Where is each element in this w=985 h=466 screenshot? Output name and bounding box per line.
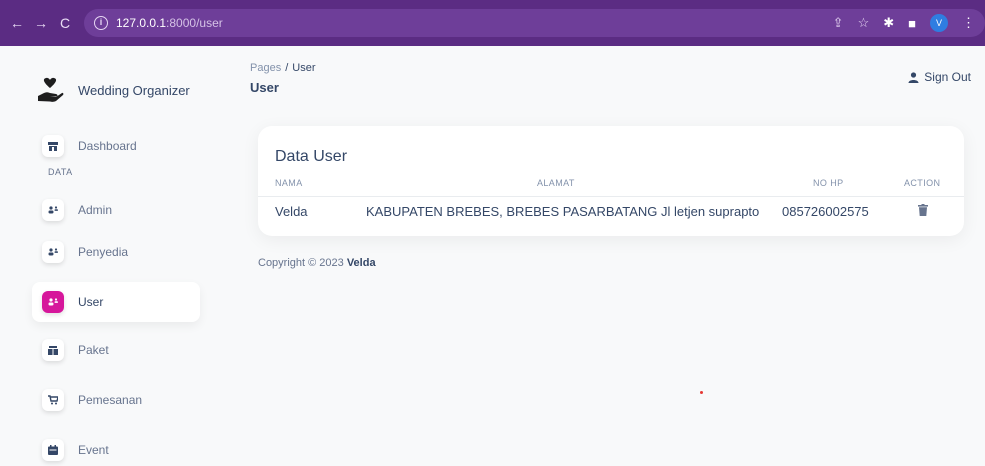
sidebar-item-event[interactable]: Event (32, 432, 200, 466)
data-user-card: Data User NAMA ALAMAT NO HP ACTION Velda… (258, 126, 964, 236)
info-icon[interactable]: i (94, 16, 108, 30)
sign-out-link[interactable]: Sign Out (908, 70, 971, 84)
breadcrumb-current: User (292, 62, 316, 74)
share-icon[interactable]: ⇪ (833, 15, 844, 31)
profile-avatar[interactable]: V (930, 14, 948, 32)
sidebar-item-pemesanan[interactable]: Pemesanan (32, 382, 200, 418)
page-title: User (250, 80, 279, 95)
url-path: :8000/user (166, 16, 223, 30)
calendar-icon (42, 439, 64, 461)
sidebar-item-dashboard[interactable]: Dashboard (32, 128, 200, 164)
column-header-action: ACTION (904, 178, 941, 188)
sidebar-item-label: Event (78, 443, 109, 457)
footer-copyright: Copyright © 2023 Velda (258, 257, 376, 269)
sidebar-item-penyedia[interactable]: Penyedia (32, 234, 200, 270)
cell-no-hp: 085726002575 (782, 204, 869, 219)
users-icon (42, 199, 64, 221)
stray-dot (700, 391, 703, 394)
sidebar-item-label: User (78, 295, 104, 309)
reload-icon[interactable]: C (54, 15, 76, 31)
sidebar: Wedding Organizer Dashboard DATA Admin P… (0, 46, 215, 466)
address-bar[interactable]: i 127.0.0.1:8000/user ⇪ ☆ ✱ ■ V ⋮ (84, 9, 985, 37)
browser-toolbar: ← → C i 127.0.0.1:8000/user ⇪ ☆ ✱ ■ V ⋮ (0, 0, 985, 46)
trash-icon[interactable] (918, 204, 928, 216)
sidebar-item-label: Admin (78, 203, 113, 217)
brand[interactable]: Wedding Organizer (36, 76, 190, 104)
breadcrumb-root[interactable]: Pages (250, 62, 281, 74)
back-arrow-icon[interactable]: ← (6, 15, 28, 31)
sidebar-item-label: Pemesanan (78, 393, 143, 407)
sidebar-item-admin[interactable]: Admin (32, 192, 200, 228)
brand-name: Wedding Organizer (78, 82, 190, 98)
forward-arrow-icon[interactable]: → (30, 15, 52, 31)
sidebar-item-label: Penyedia (78, 245, 129, 259)
storefront-icon (42, 135, 64, 157)
breadcrumb-separator: / (285, 62, 289, 74)
copyright-text: Copyright © 2023 (258, 257, 344, 269)
breadcrumb: Pages / User (250, 62, 316, 74)
bookmark-star-icon[interactable]: ☆ (858, 15, 870, 31)
browser-nav: ← → C (0, 15, 76, 31)
sidebar-item-label: Dashboard (78, 139, 137, 153)
menu-kebab-icon[interactable]: ⋮ (962, 15, 975, 31)
user-icon (908, 71, 919, 83)
column-header-no-hp: NO HP (813, 178, 844, 188)
extensions-icon[interactable]: ✱ (883, 15, 894, 31)
column-header-nama: NAMA (275, 178, 303, 188)
users-icon (42, 291, 64, 313)
package-icon (42, 339, 64, 361)
cell-nama: Velda (275, 204, 308, 219)
tab-search-icon[interactable]: ■ (908, 16, 916, 31)
url-host: 127.0.0.1 (116, 16, 167, 30)
sidebar-item-label: Paket (78, 343, 109, 357)
sidebar-section-label: DATA (48, 167, 73, 177)
cell-alamat: KABUPATEN BREBES, BREBES PASARBATANG Jl … (366, 204, 760, 219)
sidebar-item-paket[interactable]: Paket (32, 332, 200, 368)
cart-icon (42, 389, 64, 411)
sidebar-item-user[interactable]: User (32, 282, 200, 322)
users-icon (42, 241, 64, 263)
column-header-alamat: ALAMAT (537, 178, 575, 188)
copyright-author[interactable]: Velda (347, 257, 376, 269)
sign-out-label: Sign Out (924, 70, 971, 84)
table-row-divider (258, 196, 964, 197)
heart-hand-logo-icon (38, 77, 64, 102)
card-title: Data User (275, 148, 348, 165)
